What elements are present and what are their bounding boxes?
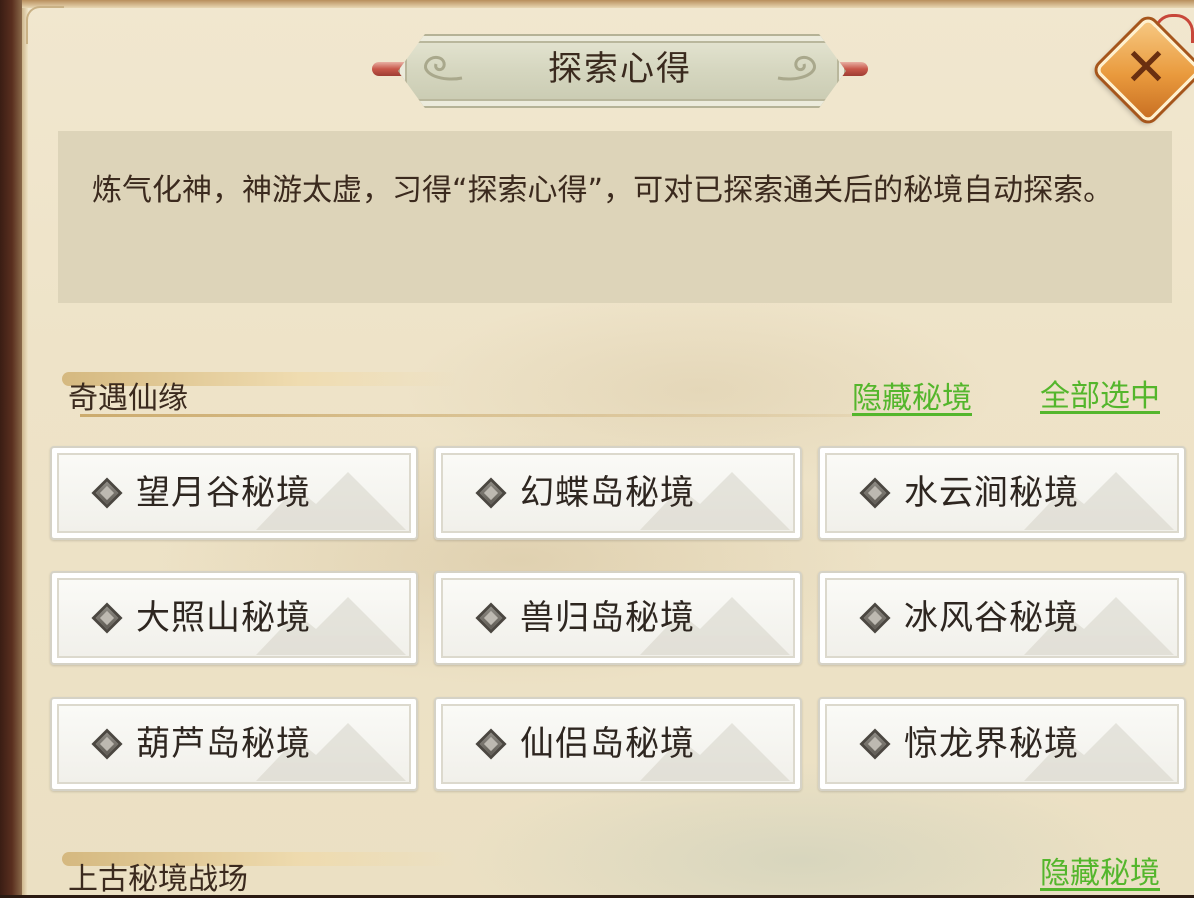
explore-dialog: 探索心得 ✕ 炼气化神，神游太虚，习得“探索心得”，可对已探索通关后的秘境自动探… [0, 0, 1194, 897]
realm-label: 兽归岛秘境 [520, 598, 695, 638]
top-border [22, 0, 1194, 8]
realm-button[interactable]: 兽归岛秘境 [434, 571, 802, 665]
section-title-encounters: 奇遇仙缘 [68, 381, 188, 416]
section-title-ancient-battlefield: 上古秘境战场 [68, 862, 248, 897]
realm-button[interactable]: 惊龙界秘境 [818, 697, 1186, 791]
realm-label: 幻蝶岛秘境 [520, 473, 695, 513]
realm-button[interactable]: 水云涧秘境 [818, 446, 1186, 540]
realm-label: 水云涧秘境 [904, 473, 1079, 513]
realm-label: 望月谷秘境 [136, 473, 311, 513]
diamond-checkbox-icon [859, 477, 891, 509]
close-icon: ✕ [1124, 38, 1168, 98]
dialog-title: 探索心得 [548, 49, 692, 89]
realm-button[interactable]: 葫芦岛秘境 [50, 697, 418, 791]
realm-label: 惊龙界秘境 [904, 724, 1079, 764]
diamond-checkbox-icon [475, 477, 507, 509]
diamond-checkbox-icon [91, 602, 123, 634]
diamond-checkbox-icon [859, 602, 891, 634]
close-button[interactable]: ✕ [1094, 14, 1194, 124]
realm-label: 大照山秘境 [136, 598, 311, 638]
title-plaque: 探索心得 [372, 34, 868, 108]
realm-button[interactable]: 仙侣岛秘境 [434, 697, 802, 791]
realm-button[interactable]: 望月谷秘境 [50, 446, 418, 540]
realm-button[interactable]: 幻蝶岛秘境 [434, 446, 802, 540]
realm-label: 仙侣岛秘境 [520, 724, 695, 764]
select-all-link[interactable]: 全部选中 [1040, 371, 1160, 415]
diamond-checkbox-icon [91, 728, 123, 760]
realm-label: 冰风谷秘境 [904, 598, 1079, 638]
realm-label: 葫芦岛秘境 [136, 724, 311, 764]
diamond-checkbox-icon [475, 602, 507, 634]
left-border [22, 0, 28, 895]
diamond-checkbox-icon [91, 477, 123, 509]
section-divider [80, 414, 900, 417]
left-frame-edge [0, 0, 22, 895]
hide-realms-link[interactable]: 隐藏秘境 [1040, 848, 1160, 892]
description-text: 炼气化神，神游太虚，习得“探索心得”，可对已探索通关后的秘境自动探索。 [92, 173, 1114, 208]
diamond-checkbox-icon [859, 728, 891, 760]
hide-realms-link[interactable]: 隐藏秘境 [852, 373, 972, 417]
description-box: 炼气化神，神游太虚，习得“探索心得”，可对已探索通关后的秘境自动探索。 [58, 131, 1172, 303]
corner-ornament [26, 6, 64, 44]
realm-button[interactable]: 冰风谷秘境 [818, 571, 1186, 665]
realm-button[interactable]: 大照山秘境 [50, 571, 418, 665]
diamond-checkbox-icon [475, 728, 507, 760]
